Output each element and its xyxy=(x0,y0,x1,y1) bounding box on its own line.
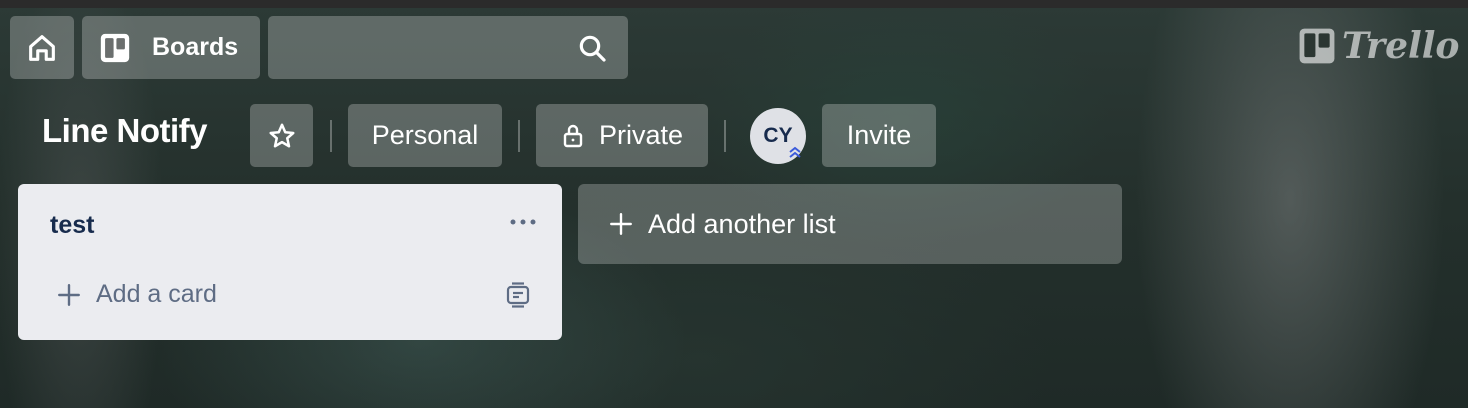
divider xyxy=(724,120,726,152)
trello-logo-icon xyxy=(1299,28,1335,64)
home-button[interactable] xyxy=(10,16,74,79)
team-button[interactable]: Personal xyxy=(348,104,502,167)
add-card-button[interactable]: Add a card xyxy=(56,280,217,309)
divider xyxy=(330,120,332,152)
invite-button[interactable]: Invite xyxy=(822,104,936,167)
card-template-icon[interactable] xyxy=(504,282,532,308)
trello-logo-text: Trello xyxy=(1342,25,1460,67)
add-list-button[interactable]: Add another list xyxy=(578,184,1122,264)
more-icon[interactable] xyxy=(508,210,538,234)
home-icon xyxy=(29,34,55,61)
boards-button[interactable]: Boards xyxy=(82,16,260,79)
star-icon xyxy=(269,123,294,147)
plus-icon xyxy=(58,283,80,306)
visibility-button[interactable]: Private xyxy=(536,104,708,167)
team-label: Personal xyxy=(371,120,479,150)
visibility-label: Private xyxy=(598,120,684,150)
star-board-button[interactable] xyxy=(250,104,313,167)
window-top-bar xyxy=(0,0,1468,8)
search-icon xyxy=(579,35,606,62)
trello-logo[interactable]: Trello xyxy=(1298,24,1459,68)
board-title[interactable]: Line Notify xyxy=(42,112,208,150)
boards-label: Boards xyxy=(152,33,239,61)
boards-icon xyxy=(100,33,130,62)
divider xyxy=(518,120,520,152)
invite-label: Invite xyxy=(846,120,912,150)
list: test Add a card xyxy=(18,184,562,340)
plus-icon xyxy=(610,213,632,235)
add-list-label: Add another list xyxy=(648,208,836,239)
search-input[interactable] xyxy=(268,16,628,79)
member-avatar[interactable]: CY xyxy=(750,108,806,164)
admin-badge-icon xyxy=(789,146,801,158)
list-title[interactable]: test xyxy=(50,211,94,240)
lock-icon xyxy=(563,124,583,147)
add-card-label: Add a card xyxy=(96,280,217,308)
